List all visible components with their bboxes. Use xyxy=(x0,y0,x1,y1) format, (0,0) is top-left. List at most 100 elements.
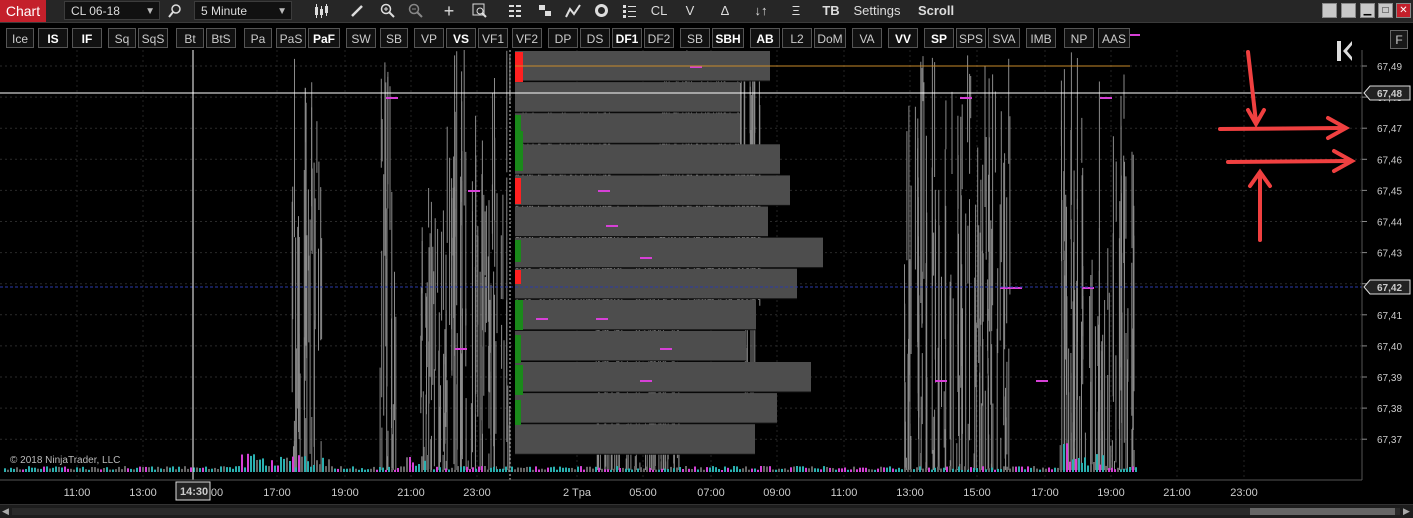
scroll-left-icon[interactable]: ◀ xyxy=(2,505,9,518)
volume-bar xyxy=(298,455,300,472)
indicator-button-ice[interactable]: Ice xyxy=(6,28,34,48)
volume-bar xyxy=(514,469,516,472)
volume-bar xyxy=(121,469,123,472)
price-chart[interactable]: 67,49 67,48 67,47 67,46 67,45 67,44 67,43 67,42… xyxy=(0,0,1413,517)
instrument-selector[interactable]: CL 06-18 ▼ xyxy=(64,1,160,20)
indicator-button-dom[interactable]: DoM xyxy=(814,28,846,48)
indicator-button-df2[interactable]: DF2 xyxy=(644,28,674,48)
indicator-button-sb[interactable]: SB xyxy=(680,28,710,48)
indicator-button-va[interactable]: VA xyxy=(852,28,882,48)
indicator-button-if[interactable]: IF xyxy=(72,28,102,48)
toolbar-button-settings[interactable]: Settings xyxy=(852,0,902,22)
indicator-button-sqs[interactable]: SqS xyxy=(138,28,168,48)
time-axis[interactable]: 11:00 13:00 00 17:00 19:00 21:00 23:00 2 Tpa 05:… xyxy=(64,487,1258,499)
indicator-button-bt[interactable]: Bt xyxy=(176,28,204,48)
collapse-panel-icon[interactable] xyxy=(1337,41,1352,61)
scroll-track[interactable] xyxy=(12,508,1400,515)
stack-icon[interactable] xyxy=(536,0,554,22)
trade-marker xyxy=(455,348,467,350)
indicator-button-ds[interactable]: DS xyxy=(580,28,610,48)
volume-bar xyxy=(850,469,852,472)
volume-bar xyxy=(388,466,390,472)
draw-pencil-icon[interactable] xyxy=(348,0,366,22)
volume-bar xyxy=(640,467,642,472)
indicator-button-l2[interactable]: L2 xyxy=(782,28,812,48)
volume-bar xyxy=(541,468,543,472)
close-window-button[interactable]: ✕ xyxy=(1396,3,1411,18)
refresh-icon[interactable] xyxy=(592,0,610,22)
volume-bar xyxy=(124,466,126,472)
indicator-button-np[interactable]: NP xyxy=(1064,28,1094,48)
f-button[interactable]: F xyxy=(1390,30,1408,49)
indicator-button-sb[interactable]: SB xyxy=(380,28,408,48)
volume-bar xyxy=(1102,455,1104,472)
list-icon[interactable] xyxy=(620,0,638,22)
indicator-button-sva[interactable]: SVA xyxy=(988,28,1020,48)
volume-bar xyxy=(874,469,876,472)
scroll-thumb[interactable] xyxy=(1250,508,1395,515)
indicator-button-ab[interactable]: AB xyxy=(750,28,780,48)
indicator-button-imb[interactable]: IMB xyxy=(1026,28,1056,48)
volume-bar xyxy=(163,469,165,472)
toolbar-button--3[interactable]: ↓↑ xyxy=(752,0,770,22)
indicator-button-vs[interactable]: VS xyxy=(446,28,476,48)
bar-layout-icon[interactable] xyxy=(506,0,524,22)
toolbar-button--4[interactable]: Ξ xyxy=(789,0,803,22)
indicator-button-sp[interactable]: SP xyxy=(924,28,954,48)
maximize-window-button[interactable]: □ xyxy=(1378,3,1393,18)
interval-selector[interactable]: 5 Minute ▼ xyxy=(194,1,292,20)
horizontal-scrollbar[interactable]: ◀ ▶ xyxy=(0,504,1413,518)
data-box-icon[interactable] xyxy=(470,0,488,22)
indicator-button-bts[interactable]: BtS xyxy=(206,28,236,48)
scroll-right-icon[interactable]: ▶ xyxy=(1403,505,1410,518)
toolbar-button--2[interactable]: Δ xyxy=(718,0,732,22)
volume-bar xyxy=(637,468,639,472)
profile-bar xyxy=(515,362,811,392)
indicator-button-pas[interactable]: PaS xyxy=(276,28,306,48)
indicator-button-sbh[interactable]: SBH xyxy=(712,28,744,48)
indicator-button-is[interactable]: IS xyxy=(38,28,68,48)
indicator-button-vf2[interactable]: VF2 xyxy=(512,28,542,48)
indicator-button-vv[interactable]: VV xyxy=(888,28,918,48)
delta-segment xyxy=(515,131,523,171)
volume-bar xyxy=(1018,466,1020,472)
indicator-button-vf1[interactable]: VF1 xyxy=(478,28,508,48)
indicator-button-pa[interactable]: Pa xyxy=(244,28,272,48)
indicator-button-df1[interactable]: DF1 xyxy=(612,28,642,48)
candlestick-icon[interactable] xyxy=(312,0,330,22)
volume-bar xyxy=(1051,469,1053,472)
chart-title: Chart xyxy=(0,0,46,22)
volume-bar xyxy=(802,466,804,472)
volume-bar xyxy=(1060,469,1062,472)
volume-bar xyxy=(1033,466,1035,472)
toolbar-button-v[interactable]: V xyxy=(684,0,696,22)
price-axis[interactable]: 67,49 67,48 67,47 67,46 67,45 67,44 67,43 67,42… xyxy=(1362,62,1402,446)
search-icon[interactable] xyxy=(166,0,184,22)
indicator-button-dp[interactable]: DP xyxy=(548,28,578,48)
indicator-button-vp[interactable]: VP xyxy=(414,28,444,48)
volume-bar xyxy=(964,466,966,472)
line-chart-icon[interactable] xyxy=(564,0,582,22)
indicator-button-sps[interactable]: SPS xyxy=(956,28,986,48)
indicator-button-sq[interactable]: Sq xyxy=(108,28,136,48)
volume-bar xyxy=(1042,467,1044,472)
delta-segment xyxy=(515,52,523,82)
indicator-button-sw[interactable]: SW xyxy=(346,28,376,48)
volume-bar xyxy=(205,466,207,472)
indicator-button-aas[interactable]: AAS xyxy=(1098,28,1130,48)
profile-bar xyxy=(515,393,777,424)
volume-bar xyxy=(673,468,675,472)
restore-icon[interactable] xyxy=(1341,3,1356,18)
toolbar-button-tb[interactable]: TB xyxy=(821,0,841,22)
toolbar-button-cl[interactable]: CL xyxy=(650,0,668,22)
indicator-button-paf[interactable]: PaF xyxy=(308,28,340,48)
toolbar-button-scroll[interactable]: Scroll xyxy=(915,0,957,22)
zoom-out-icon[interactable] xyxy=(406,0,424,22)
volume-bar xyxy=(436,466,438,472)
zoom-in-icon[interactable] xyxy=(378,0,396,22)
volume-bar xyxy=(1093,462,1095,472)
minimize-icon[interactable] xyxy=(1322,3,1337,18)
volume-bar xyxy=(832,468,834,472)
minimize-window-button[interactable]: ▁ xyxy=(1360,3,1375,18)
crosshair-icon[interactable]: + xyxy=(440,0,458,22)
